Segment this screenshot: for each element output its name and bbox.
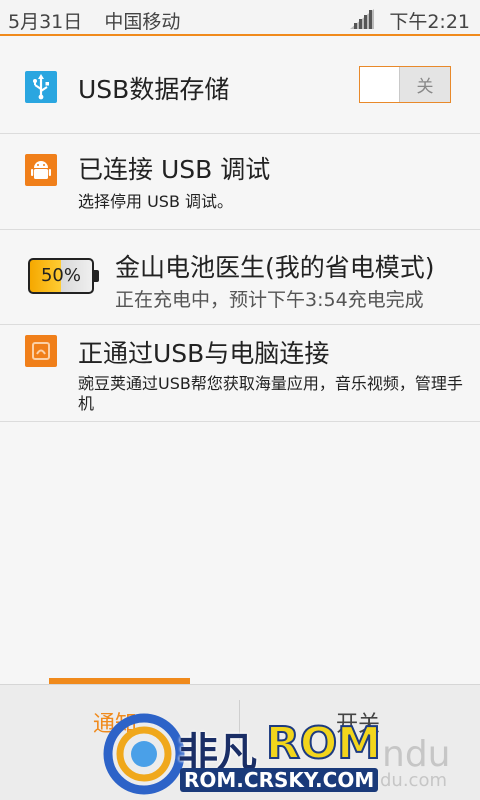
wandoujia-icon: [25, 335, 57, 367]
usb-storage-title: USB数据存储: [78, 75, 230, 104]
status-time: 下午2:21: [389, 11, 470, 33]
usb-storage-toggle[interactable]: 关: [359, 66, 451, 103]
crsky-logo-icon: [103, 713, 185, 795]
signal-strength-icon: [350, 9, 374, 29]
battery-icon: 50%: [28, 258, 99, 294]
watermark-rom: ROM: [265, 717, 382, 770]
status-bar-left: 5月31日 中国移动: [8, 7, 196, 34]
wandoujia-subtitle: 豌豆荚通过USB帮您获取海量应用，音乐视频，管理手机: [78, 374, 463, 413]
notification-usb-debugging[interactable]: 已连接 USB 调试 选择停用 USB 调试。: [0, 134, 480, 230]
android-debug-icon: [25, 154, 57, 186]
toggle-knob: 关: [399, 67, 450, 102]
battery-level: 50%: [40, 265, 81, 286]
battery-nub: [94, 270, 99, 282]
battery-doctor-title: 金山电池医生(我的省电模式): [115, 253, 435, 282]
status-date: 5月31日: [8, 11, 83, 33]
active-tab-indicator: [49, 678, 190, 684]
watermark-partial-2: du.com: [380, 770, 447, 791]
status-carrier: 中国移动: [104, 11, 181, 33]
usb-debugging-title: 已连接 USB 调试: [78, 155, 271, 184]
usb-debugging-subtitle: 选择停用 USB 调试。: [78, 192, 234, 211]
wandoujia-title: 正通过USB与电脑连接: [78, 339, 330, 368]
status-bar: 5月31日 中国移动 下午2:21: [0, 0, 480, 36]
usb-icon: [25, 71, 57, 103]
notification-wandoujia[interactable]: 正通过USB与电脑连接 豌豆荚通过USB帮您获取海量应用，音乐视频，管理手机: [0, 325, 480, 422]
watermark-partial: ndu: [382, 734, 451, 775]
watermark-url: ROM.CRSKY.COM: [180, 768, 379, 792]
battery-doctor-subtitle: 正在充电中，预计下午3:54充电完成: [115, 289, 424, 311]
